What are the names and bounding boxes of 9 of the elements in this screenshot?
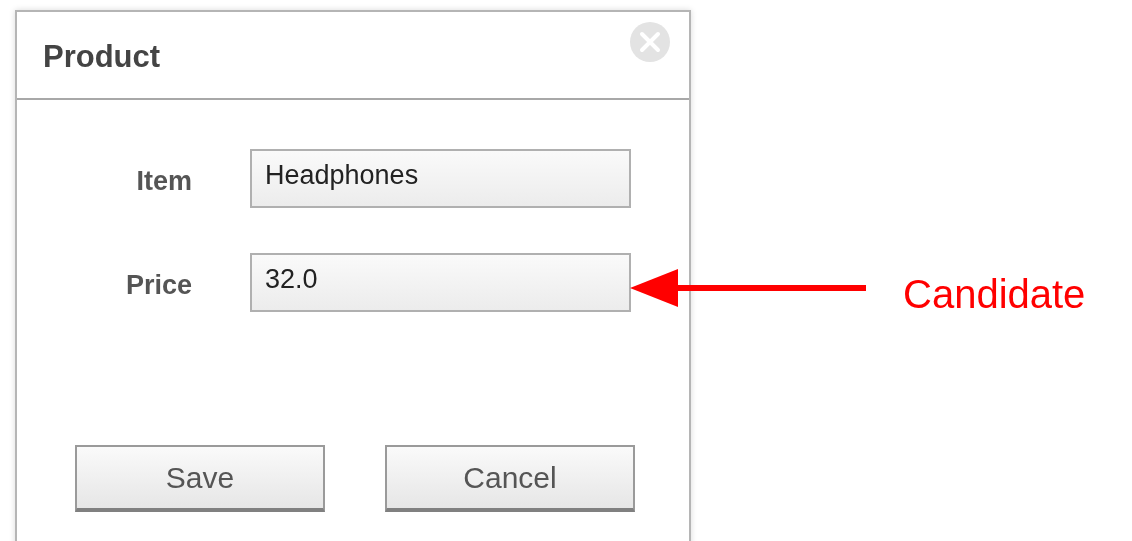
input-field[interactable]: Headphones	[250, 149, 631, 208]
dialog-title: Product	[43, 37, 161, 76]
field-label: Item	[135, 165, 192, 199]
field-label: Price	[124, 269, 192, 303]
close-icon[interactable]	[629, 21, 671, 63]
input-field[interactable]: 32.0	[250, 253, 631, 312]
dialog-button[interactable]: Cancel	[385, 445, 635, 512]
dialog-button[interactable]: Save	[75, 445, 325, 512]
annotation-label: Candidate	[903, 271, 1086, 318]
